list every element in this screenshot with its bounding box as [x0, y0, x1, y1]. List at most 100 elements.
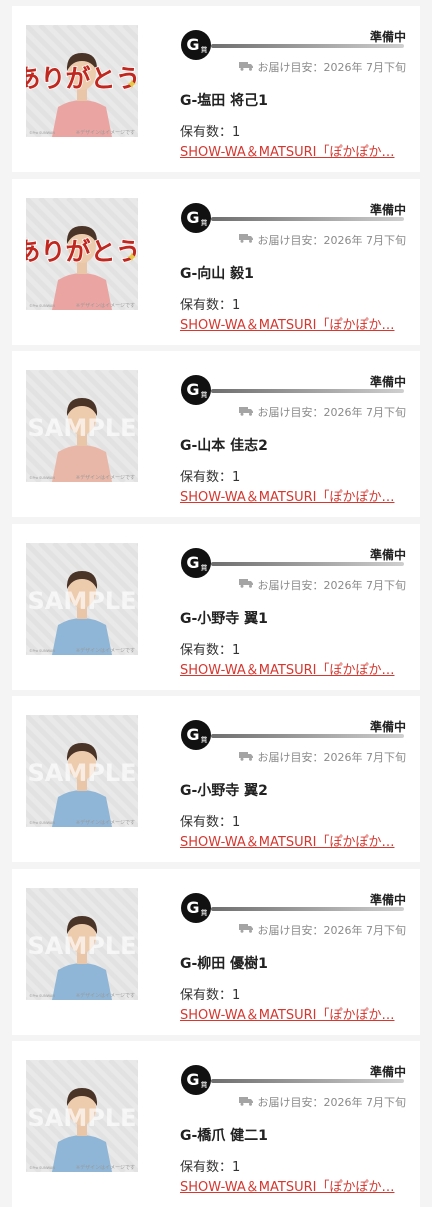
sample-watermark: SAMPLE — [27, 759, 136, 787]
delivery-text: お届け目安：2026年 7月下旬 — [257, 1096, 407, 1109]
prize-thumbnail[interactable]: SAMPLE ©Pro SUNWAN ※デザインはイメージです — [26, 370, 138, 482]
status-label: 準備中 — [369, 720, 406, 734]
credit-text: ©Pro SUNWAN — [29, 476, 55, 480]
svg-text:賞: 賞 — [201, 390, 208, 399]
prize-card[interactable]: SAMPLE ©Pro SUNWAN ※デザインはイメージです G 賞 準備中お届け目安：… — [12, 868, 420, 1035]
item-name: G-柳田 優樹1 — [180, 955, 268, 972]
truck-icon — [238, 61, 254, 74]
prize-list: ありがとう ✦ ©Pro SUNWAN ※デザインはイメージです G 賞準備中 お届け目安：… — [0, 0, 432, 1207]
item-name: G-向山 毅1 — [180, 265, 254, 282]
sample-watermark: SAMPLE — [27, 932, 136, 960]
delivery-text: お届け目安：2026年 7月下旬 — [257, 578, 407, 592]
g-prize-icon: G賞 — [181, 30, 211, 60]
owned-count: 保有数：1 — [180, 125, 241, 140]
status-label: 準備中 — [369, 547, 406, 562]
delivery-text: お届け目安：2026年 7月下旬 — [257, 406, 407, 419]
truck-icon — [238, 751, 254, 764]
svg-text:G: G — [186, 1070, 199, 1089]
svg-text:賞: 賞 — [201, 908, 208, 917]
delivery-text: お届け目安：2026年 7月下旬 — [257, 751, 407, 764]
g-prize-icon: G賞 — [181, 547, 211, 578]
thumbnail-art: SAMPLE ©Pro SUNWAN ※デザインはイメージです — [26, 542, 138, 655]
svg-text:G: G — [186, 208, 199, 227]
series-link[interactable]: SHOW-WA＆MATSURI「ぽかぽか… — [180, 659, 406, 678]
delivery-text: お届け目安：2026年 7月下旬 — [257, 233, 407, 247]
svg-text:G: G — [186, 380, 199, 399]
delivery-estimate: お届け目安：2026年 7月下旬 — [238, 404, 407, 420]
g-prize-icon: G賞 — [181, 892, 211, 923]
delivery-estimate: お届け目安：2026年 7月下旬 — [238, 232, 407, 248]
thanks-text: ありがとう — [26, 64, 138, 93]
truck-icon — [238, 1096, 254, 1109]
truck-icon — [238, 233, 254, 246]
g-prize-icon: G賞 — [181, 720, 211, 750]
svg-text:賞: 賞 — [201, 563, 208, 572]
owned-count: 保有数：1 — [180, 642, 241, 658]
prize-thumbnail[interactable]: SAMPLE ©Pro SUNWAN ※デザインはイメージです — [26, 715, 138, 827]
series-link[interactable]: SHOW-WA＆MATSURI「ぽかぽか… — [180, 1004, 406, 1023]
thumbnail-art: ありがとう✦ ©Pro SUNWAN ※デザインはイメージです — [26, 197, 138, 310]
credit-text: ©Pro SUNWAN — [29, 304, 55, 308]
prize-thumbnail[interactable]: SAMPLE ©Pro SUNWAN ※デザインはイメージです — [26, 542, 138, 655]
thumbnail-art: SAMPLE ©Pro SUNWAN ※デザインはイメージです — [26, 715, 138, 827]
svg-text:賞: 賞 — [201, 1080, 208, 1089]
sample-watermark: SAMPLE — [27, 587, 136, 615]
prize-thumbnail[interactable]: SAMPLE ©Pro SUNWAN ※デザインはイメージです — [26, 1060, 138, 1172]
item-name: G-山本 佳志2 — [180, 438, 268, 454]
credit-text: ©Pro SUNWAN — [29, 649, 55, 653]
prize-card[interactable]: ありがとう ✦ ©Pro SUNWAN ※デザインはイメージです G 賞 準備中 お届け目安：… — [12, 6, 420, 172]
owned-count: 保有数：1 — [180, 297, 241, 313]
design-note: ※デザインはイメージです — [76, 647, 135, 654]
truck-icon — [238, 923, 254, 936]
credit-text: ©Pro SUNWAN — [29, 1166, 55, 1170]
svg-text:賞: 賞 — [201, 735, 208, 744]
owned-count: 保有数：1 — [180, 987, 241, 1003]
design-note: ※デザインはイメージです — [76, 1164, 135, 1171]
item-name: G-塩田 将己1 — [180, 93, 268, 109]
item-name: G-橋爪 健二1 — [180, 1128, 268, 1144]
series-link[interactable]: SHOW-WA＆MATSURI「ぽかぽか… — [180, 831, 406, 850]
design-note: ※デザインはイメージです — [76, 302, 135, 309]
prize-thumbnail[interactable]: ありがとう ✦ ©Pro SUNWAN ※デザインはイメージです — [26, 197, 138, 310]
svg-text:賞: 賞 — [201, 45, 208, 54]
sparkle-icon: ✦ — [126, 77, 138, 93]
item-name: G-小野寺 翼1 — [180, 610, 268, 627]
svg-text:G: G — [186, 725, 199, 744]
truck-icon — [238, 578, 254, 591]
prize-card[interactable]: SAMPLE ©Pro SUNWAN ※デザインはイメージです G 賞 準備中 お届け目安：… — [12, 351, 420, 517]
design-note: ※デザインはイメージです — [76, 474, 135, 481]
owned-count: 保有数：1 — [180, 815, 241, 830]
credit-text: ©Pro SUNWAN — [29, 821, 55, 825]
prize-thumbnail[interactable]: SAMPLE ©Pro SUNWAN ※デザインはイメージです — [26, 887, 138, 1000]
delivery-text: お届け目安：2026年 7月下旬 — [257, 923, 407, 937]
svg-text:賞: 賞 — [201, 218, 208, 227]
series-link[interactable]: SHOW-WA＆MATSURI「ぽかぽか… — [180, 486, 406, 505]
series-link[interactable]: SHOW-WA＆MATSURI「ぽかぽか… — [180, 1176, 406, 1195]
prize-card[interactable]: ありがとう ✦ ©Pro SUNWAN ※デザインはイメージです G 賞 準備中 お届け目安：… — [12, 178, 420, 345]
svg-text:G: G — [186, 35, 199, 54]
owned-count: 保有数：1 — [180, 470, 241, 485]
svg-text:G: G — [186, 553, 199, 572]
series-link[interactable]: SHOW-WA＆MATSURI「ぽかぽか… — [180, 141, 406, 160]
delivery-estimate: お届け目安：2026年 7月下旬 — [238, 577, 407, 593]
series-link[interactable]: SHOW-WA＆MATSURI「ぽかぽか… — [180, 314, 406, 333]
prize-card[interactable]: SAMPLE ©Pro SUNWAN ※デザインはイメージです G 賞 準備中お届け目安：… — [12, 696, 420, 862]
truck-icon — [238, 406, 254, 419]
item-name: G-小野寺 翼2 — [180, 783, 268, 799]
prize-card[interactable]: SAMPLE ©Pro SUNWAN ※デザインはイメージです G 賞 準備中お届け目安：… — [12, 523, 420, 690]
delivery-estimate: お届け目安：2026年 7月下旬 — [238, 749, 407, 765]
design-note: ※デザインはイメージです — [76, 819, 135, 826]
status-label: 準備中 — [369, 1065, 406, 1079]
status-label: 準備中 — [369, 375, 406, 389]
status-label: 準備中 — [369, 202, 406, 217]
svg-text:G: G — [186, 898, 199, 917]
prize-thumbnail[interactable]: ありがとう ✦ ©Pro SUNWAN ※デザインはイメージです — [26, 25, 138, 137]
sample-watermark: SAMPLE — [27, 1104, 136, 1132]
status-label: 準備中 — [369, 892, 406, 907]
thumbnail-art: SAMPLE ©Pro SUNWAN ※デザインはイメージです — [26, 370, 138, 482]
g-prize-icon: G賞 — [181, 202, 211, 233]
design-note: ※デザインはイメージです — [76, 992, 135, 999]
thanks-text: ありがとう — [26, 237, 138, 266]
delivery-estimate: お届け目安：2026年 7月下旬 — [238, 922, 407, 938]
prize-card[interactable]: SAMPLE ©Pro SUNWAN ※デザインはイメージです G 賞 準備中お届け目安：… — [12, 1041, 420, 1207]
